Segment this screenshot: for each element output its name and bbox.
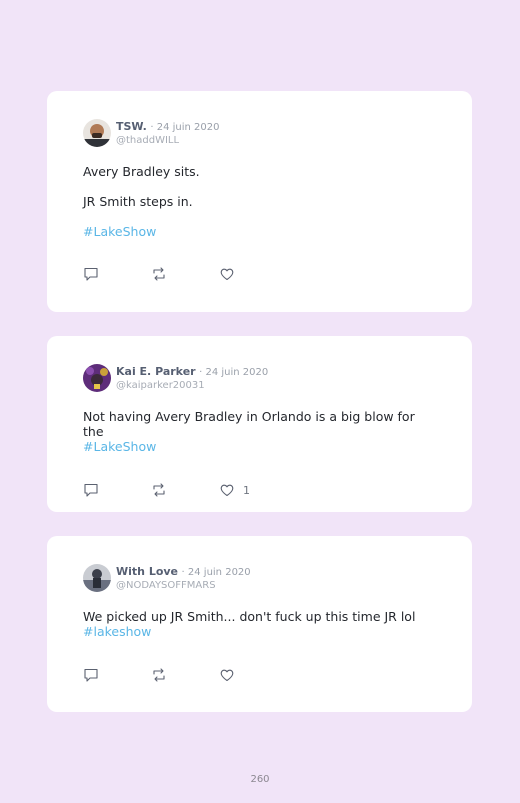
avatar[interactable] [83, 564, 111, 592]
tweet-meta: Kai E. Parker · 24 juin 2020 @kaiparker2… [116, 365, 268, 392]
heart-icon [220, 268, 234, 281]
like-button[interactable]: 1 [219, 482, 250, 498]
retweet-icon [153, 668, 165, 682]
tweet-meta: With Love · 24 juin 2020 @NODAYSOFFMARS [116, 565, 251, 592]
author-name[interactable]: With Love [116, 565, 178, 578]
author-name[interactable]: Kai E. Parker [116, 365, 196, 378]
like-count: 1 [243, 483, 250, 497]
like-button[interactable] [219, 266, 243, 282]
heart-icon [220, 669, 234, 682]
tweet-text: We picked up JR Smith... don't fuck up t… [83, 609, 416, 624]
heart-icon [220, 484, 234, 497]
tweet-card: TSW. · 24 juin 2020 @thaddWILL Avery Bra… [47, 91, 472, 312]
tweet-text: Not having Avery Bradley in Orlando is a… [83, 409, 415, 439]
tweet-body: We picked up JR Smith... don't fuck up t… [83, 609, 436, 639]
retweet-button[interactable] [151, 667, 167, 683]
retweet-icon [153, 483, 165, 497]
reply-button[interactable] [83, 667, 99, 683]
tweet-body: Avery Bradley sits. JR Smith steps in. #… [83, 164, 436, 239]
tweet-header: TSW. · 24 juin 2020 @thaddWILL [83, 119, 436, 147]
comment-icon [84, 483, 98, 497]
tweet-actions: 1 [83, 482, 436, 498]
tweet-date[interactable]: · 24 juin 2020 [150, 122, 219, 133]
like-button[interactable] [219, 667, 243, 683]
retweet-button[interactable] [151, 266, 167, 282]
tweet-actions [83, 266, 436, 282]
comment-icon [84, 668, 98, 682]
author-handle[interactable]: @NODAYSOFFMARS [116, 579, 251, 592]
reply-button[interactable] [83, 266, 99, 282]
author-handle[interactable]: @kaiparker20031 [116, 379, 268, 392]
author-handle[interactable]: @thaddWILL [116, 134, 219, 147]
retweet-button[interactable] [151, 482, 167, 498]
avatar[interactable] [83, 119, 111, 147]
tweet-actions [83, 667, 436, 683]
reply-button[interactable] [83, 482, 99, 498]
avatar[interactable] [83, 364, 111, 392]
tweet-date[interactable]: · 24 juin 2020 [182, 567, 251, 578]
tweet-line: Avery Bradley sits. [83, 164, 200, 179]
hashtag-link[interactable]: #LakeShow [83, 439, 156, 454]
tweet-header: With Love · 24 juin 2020 @NODAYSOFFMARS [83, 564, 436, 592]
tweet-feed: TSW. · 24 juin 2020 @thaddWILL Avery Bra… [47, 91, 472, 736]
tweet-date[interactable]: · 24 juin 2020 [199, 367, 268, 378]
comment-icon [84, 267, 98, 281]
retweet-icon [153, 267, 165, 281]
tweet-body: Not having Avery Bradley in Orlando is a… [83, 409, 436, 454]
tweet-header: Kai E. Parker · 24 juin 2020 @kaiparker2… [83, 364, 436, 392]
hashtag-link[interactable]: #lakeshow [83, 624, 151, 639]
hashtag-link[interactable]: #LakeShow [83, 224, 156, 239]
tweet-card: With Love · 24 juin 2020 @NODAYSOFFMARS … [47, 536, 472, 712]
tweet-card: Kai E. Parker · 24 juin 2020 @kaiparker2… [47, 336, 472, 512]
page-number: 260 [250, 774, 270, 785]
tweet-meta: TSW. · 24 juin 2020 @thaddWILL [116, 120, 219, 147]
tweet-line: JR Smith steps in. [83, 194, 193, 209]
author-name[interactable]: TSW. [116, 120, 147, 133]
